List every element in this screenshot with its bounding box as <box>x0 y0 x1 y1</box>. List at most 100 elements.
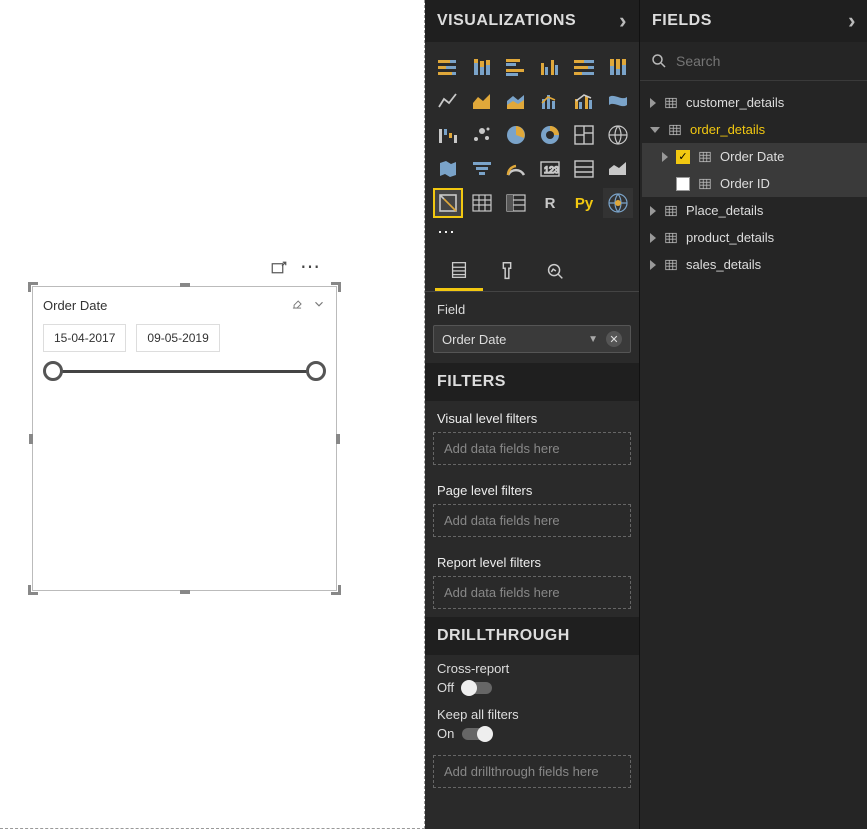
keep-filters-state-label: On <box>437 726 454 741</box>
slicer-end-date[interactable]: 09-05-2019 <box>136 324 219 352</box>
card-icon[interactable]: 123 <box>535 154 565 184</box>
resize-handle-top-left[interactable] <box>28 282 38 292</box>
stacked-column-chart-icon[interactable] <box>467 52 497 82</box>
expand-icon[interactable] <box>650 98 656 108</box>
pie-chart-icon[interactable] <box>501 120 531 150</box>
expand-icon[interactable] <box>650 233 656 243</box>
resize-handle-bottom-left[interactable] <box>28 585 38 595</box>
filled-map-icon[interactable] <box>433 154 463 184</box>
slicer-dropdown-icon[interactable] <box>304 297 326 314</box>
resize-handle-bottom[interactable] <box>180 590 190 594</box>
more-options-icon[interactable] <box>300 260 320 283</box>
more-visuals-icon[interactable]: ⋯ <box>425 222 639 251</box>
expand-icon[interactable] <box>662 152 668 162</box>
report-filters-dropzone[interactable]: Add data fields here <box>433 576 631 609</box>
fields-search-input[interactable] <box>676 53 858 69</box>
kpi-icon[interactable] <box>603 154 633 184</box>
collapse-fields-pane-icon[interactable] <box>848 8 856 34</box>
multi-row-card-icon[interactable] <box>569 154 599 184</box>
hundred-percent-bar-icon[interactable] <box>569 52 599 82</box>
line-clustered-column-icon[interactable] <box>569 86 599 116</box>
property-subtabs <box>425 251 639 292</box>
visualization-picker: 123 R Py <box>425 42 639 222</box>
slicer-visual[interactable]: Order Date 15-04-2017 09-05-2019 <box>32 286 337 591</box>
format-tab[interactable] <box>483 251 531 291</box>
cross-report-toggle[interactable] <box>462 682 492 694</box>
table-label: product_details <box>686 230 774 245</box>
line-chart-icon[interactable] <box>433 86 463 116</box>
table-customer_details[interactable]: customer_details <box>640 89 867 116</box>
clear-selections-icon[interactable] <box>282 297 304 314</box>
expand-icon[interactable] <box>650 260 656 270</box>
field-checkbox[interactable] <box>676 150 690 164</box>
fields-tab[interactable] <box>435 251 483 291</box>
fields-pane-header[interactable]: FIELDS <box>640 0 867 42</box>
resize-handle-bottom-right[interactable] <box>331 585 341 595</box>
expand-icon[interactable] <box>650 206 656 216</box>
table-order_details[interactable]: order_details <box>640 116 867 143</box>
visualizations-pane-header[interactable]: VISUALIZATIONS <box>425 0 639 42</box>
resize-handle-top[interactable] <box>180 283 190 287</box>
svg-text:123: 123 <box>544 165 559 175</box>
cross-report-row: Cross-report Off <box>425 655 639 701</box>
collapse-pane-icon[interactable] <box>619 8 627 34</box>
field-label: Order Date <box>720 149 784 164</box>
resize-handle-left[interactable] <box>29 434 33 444</box>
table-label: customer_details <box>686 95 784 110</box>
stacked-area-chart-icon[interactable] <box>501 86 531 116</box>
field-chip-label: Order Date <box>442 332 588 347</box>
search-icon <box>650 52 668 70</box>
gauge-icon[interactable] <box>501 154 531 184</box>
drillthrough-dropzone[interactable]: Add drillthrough fields here <box>433 755 631 788</box>
focus-mode-icon[interactable] <box>270 260 288 283</box>
matrix-icon[interactable] <box>501 188 531 218</box>
field-chip-order-date[interactable]: Order Date ▼ ✕ <box>433 325 631 353</box>
visual-toolbar <box>270 260 320 283</box>
table-product_details[interactable]: product_details <box>640 224 867 251</box>
analytics-tab[interactable] <box>531 251 579 291</box>
visual-selection[interactable]: Order Date 15-04-2017 09-05-2019 <box>32 286 337 591</box>
table-Place_details[interactable]: Place_details <box>640 197 867 224</box>
hundred-percent-column-icon[interactable] <box>603 52 633 82</box>
clustered-column-chart-icon[interactable] <box>535 52 565 82</box>
report-canvas[interactable]: Order Date 15-04-2017 09-05-2019 <box>0 0 425 829</box>
field-chip-dropdown-icon[interactable]: ▼ <box>588 334 598 345</box>
resize-handle-right[interactable] <box>336 434 340 444</box>
ribbon-chart-icon[interactable] <box>603 86 633 116</box>
keep-filters-toggle[interactable] <box>462 728 492 740</box>
field-checkbox[interactable] <box>676 177 690 191</box>
treemap-icon[interactable] <box>569 120 599 150</box>
funnel-chart-icon[interactable] <box>467 154 497 184</box>
slicer-slider-handle-start[interactable] <box>43 361 63 381</box>
arcgis-visual-icon[interactable] <box>603 188 633 218</box>
area-chart-icon[interactable] <box>467 86 497 116</box>
fields-title: FIELDS <box>652 12 848 30</box>
resize-handle-top-right[interactable] <box>331 282 341 292</box>
r-visual-icon[interactable]: R <box>535 188 565 218</box>
table-icon[interactable] <box>467 188 497 218</box>
table-label: order_details <box>690 122 765 137</box>
slicer-slider-handle-end[interactable] <box>306 361 326 381</box>
field-well[interactable]: Order Date ▼ ✕ <box>433 325 631 353</box>
python-visual-icon[interactable]: Py <box>569 188 599 218</box>
field-well-label: Field <box>425 292 639 325</box>
stacked-bar-chart-icon[interactable] <box>433 52 463 82</box>
field-chip-remove-icon[interactable]: ✕ <box>606 331 622 347</box>
page-filters-dropzone[interactable]: Add data fields here <box>433 504 631 537</box>
scatter-chart-icon[interactable] <box>467 120 497 150</box>
waterfall-chart-icon[interactable] <box>433 120 463 150</box>
clustered-bar-chart-icon[interactable] <box>501 52 531 82</box>
field-Order-ID[interactable]: Order ID <box>642 170 867 197</box>
line-stacked-column-icon[interactable] <box>535 86 565 116</box>
donut-chart-icon[interactable] <box>535 120 565 150</box>
visual-filters-dropzone[interactable]: Add data fields here <box>433 432 631 465</box>
slicer-start-date[interactable]: 15-04-2017 <box>43 324 126 352</box>
fields-search[interactable] <box>650 52 858 70</box>
slicer-icon[interactable] <box>433 188 463 218</box>
filters-header: FILTERS <box>425 363 639 401</box>
field-Order-Date[interactable]: Order Date <box>642 143 867 170</box>
table-sales_details[interactable]: sales_details <box>640 251 867 278</box>
map-icon[interactable] <box>603 120 633 150</box>
expand-icon[interactable] <box>650 127 660 133</box>
slicer-slider-track[interactable] <box>49 370 320 373</box>
